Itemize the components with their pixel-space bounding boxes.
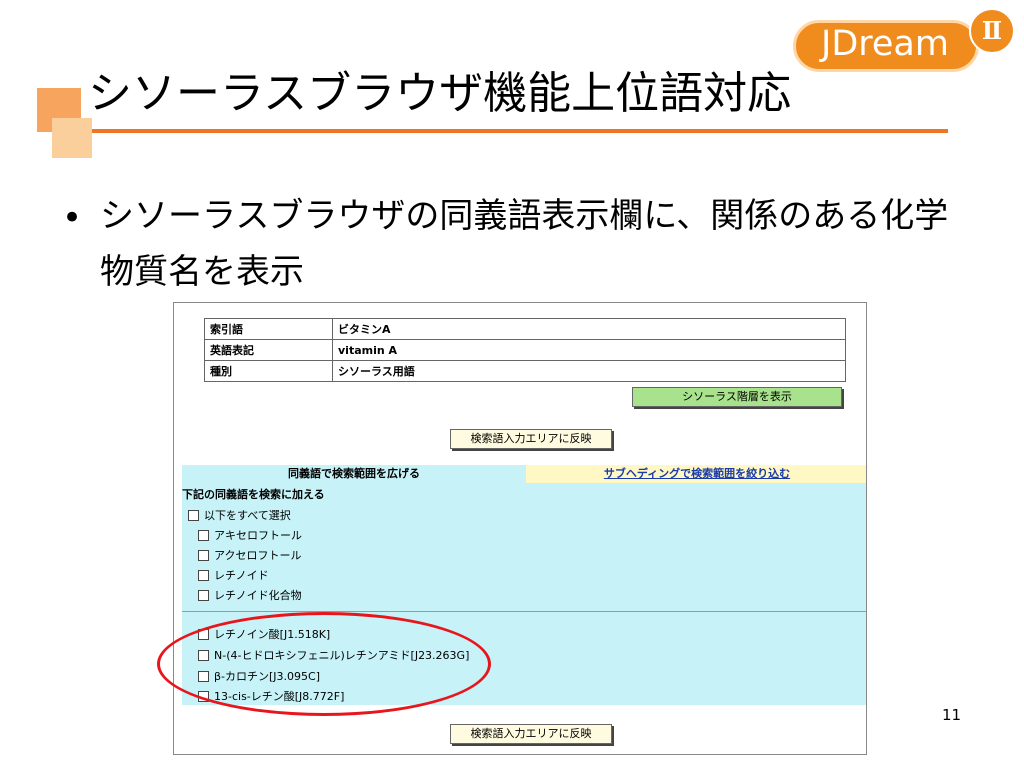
panel-divider bbox=[182, 611, 866, 612]
synonym-item[interactable]: レチノイド化合物 bbox=[198, 589, 302, 603]
search-scope-tabs: 同義語で検索範囲を広げる サブヘディングで検索範囲を絞り込む bbox=[182, 465, 866, 483]
page-number: 11 bbox=[942, 706, 962, 724]
synonym-checkbox[interactable] bbox=[198, 589, 209, 601]
term-info-table: 索引語 ビタミンA 英語表記 vitamin A 種別 シソーラス用語 bbox=[204, 318, 846, 382]
reflect-search-term-button[interactable]: 検索語入力エリアに反映 bbox=[450, 429, 612, 449]
synonym-label: レチノイド化合物 bbox=[214, 589, 302, 602]
logo-badge: Ⅱ bbox=[969, 8, 1015, 54]
synonym-label: レチノイド bbox=[214, 569, 269, 582]
info-value: vitamin A bbox=[332, 339, 846, 361]
synonym-item[interactable]: アキセロフトール bbox=[198, 529, 302, 543]
jdream-logo: JDream Ⅱ bbox=[793, 8, 1018, 74]
synonym-item[interactable]: レチノイド bbox=[198, 569, 269, 583]
info-row: 索引語 ビタミンA bbox=[204, 318, 846, 340]
synonym-checkbox[interactable] bbox=[198, 569, 209, 581]
select-all-label: 以下をすべて選択 bbox=[204, 509, 291, 522]
title-underline bbox=[92, 129, 948, 133]
info-key: 英語表記 bbox=[204, 339, 333, 361]
bullet-dot: • bbox=[62, 198, 83, 238]
show-hierarchy-button[interactable]: シソーラス階層を表示 bbox=[632, 387, 842, 407]
synonym-item[interactable]: アクセロフトール bbox=[198, 549, 301, 563]
synonym-checkbox[interactable] bbox=[198, 529, 209, 541]
synonym-label: アクセロフトール bbox=[214, 549, 302, 562]
info-row: 種別 シソーラス用語 bbox=[204, 360, 846, 382]
info-key: 索引語 bbox=[204, 318, 333, 340]
info-key: 種別 bbox=[204, 360, 333, 382]
tab-broaden-synonyms[interactable]: 同義語で検索範囲を広げる bbox=[182, 465, 526, 483]
synonym-checkbox[interactable] bbox=[198, 549, 209, 561]
info-value: シソーラス用語 bbox=[332, 360, 846, 382]
synonym-label: アキセロフトール bbox=[214, 529, 302, 542]
decor-square-light bbox=[52, 118, 92, 158]
select-all-checkbox[interactable] bbox=[188, 509, 199, 521]
add-synonyms-label: 下記の同義語を検索に加える bbox=[182, 488, 325, 501]
bullet-text: シソーラスブラウザの同義語表示欄に、関係のある化学物質名を表示 bbox=[100, 196, 949, 292]
highlight-circle bbox=[157, 612, 491, 716]
logo-text: JDream bbox=[821, 24, 949, 64]
select-all-row[interactable]: 以下をすべて選択 bbox=[188, 509, 291, 523]
reflect-search-term-button-bottom[interactable]: 検索語入力エリアに反映 bbox=[450, 724, 612, 744]
info-value: ビタミンA bbox=[332, 318, 846, 340]
tab-narrow-subheading[interactable]: サブヘディングで検索範囲を絞り込む bbox=[526, 465, 866, 483]
slide-title: シソーラスブラウザ機能上位語対応 bbox=[88, 68, 792, 119]
info-row: 英語表記 vitamin A bbox=[204, 339, 846, 361]
